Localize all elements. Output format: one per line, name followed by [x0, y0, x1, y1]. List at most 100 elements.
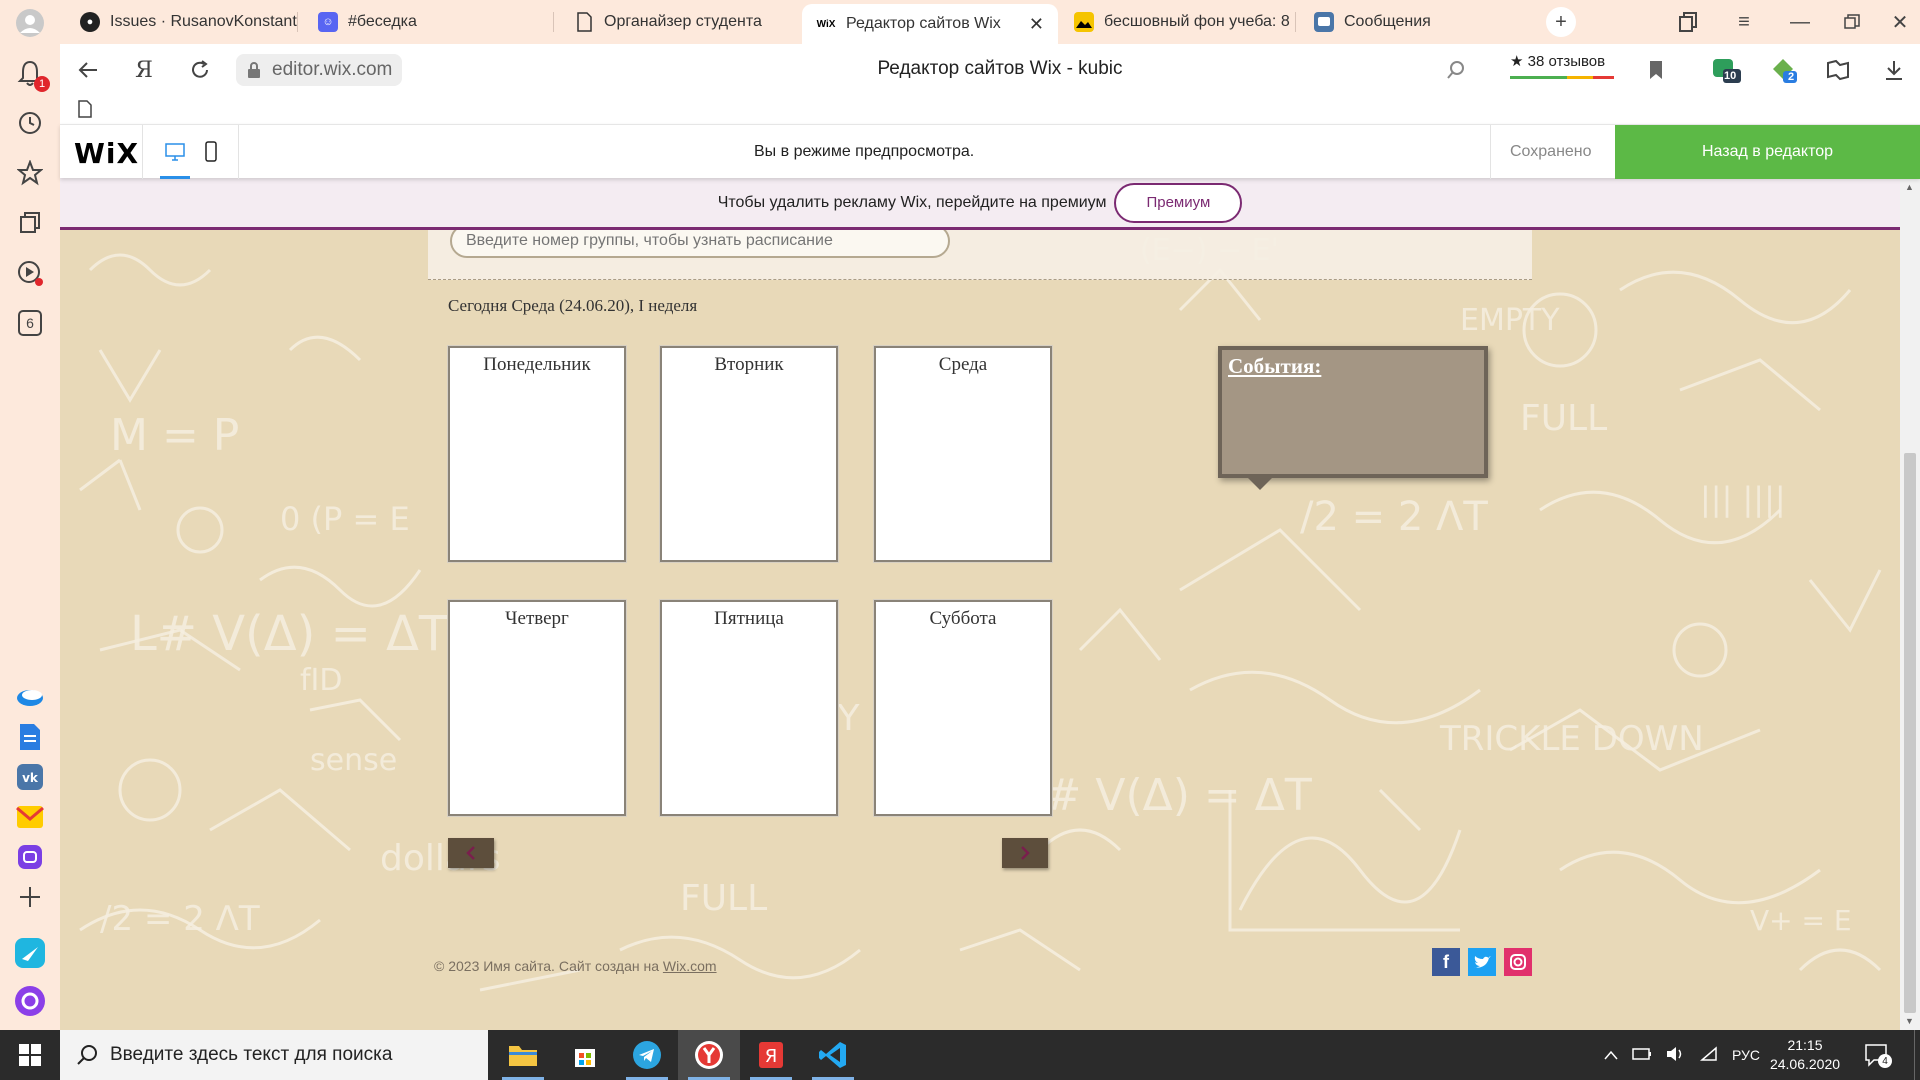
- premium-button[interactable]: Премиум: [1114, 182, 1243, 223]
- back-arrow-icon[interactable]: [72, 54, 104, 86]
- previous-week-button[interactable]: [448, 838, 494, 868]
- restore-window-icon[interactable]: [1832, 6, 1872, 38]
- wix-icon: WiX: [816, 18, 836, 30]
- events-title[interactable]: События:: [1228, 354, 1321, 379]
- tab-discord[interactable]: ☺ #беседка: [304, 6, 554, 38]
- vk-app-icon[interactable]: vk: [13, 760, 47, 794]
- docs-app-icon[interactable]: [13, 720, 47, 754]
- yandex-logo-icon[interactable]: Я: [128, 54, 160, 86]
- alice-app-icon[interactable]: [13, 936, 47, 970]
- yandex-taskbar-icon[interactable]: Я: [740, 1030, 802, 1080]
- microsoft-store-icon[interactable]: [554, 1030, 616, 1080]
- tab-background-search[interactable]: бесшовный фон учеба: 8: [1060, 6, 1296, 38]
- reviews-widget[interactable]: ★ 38 отзывов: [1510, 52, 1614, 79]
- group-number-input[interactable]: [450, 230, 950, 258]
- next-week-button[interactable]: [1002, 838, 1048, 868]
- back-to-editor-button[interactable]: Назад в редактор: [1615, 125, 1920, 179]
- wix-link[interactable]: Wix.com: [663, 958, 717, 974]
- svg-text:/2 = 2 ΛT: /2 = 2 ΛT: [1300, 494, 1488, 540]
- menu-hamburger-icon[interactable]: ≡: [1724, 6, 1764, 38]
- telegram-icon[interactable]: [616, 1030, 678, 1080]
- mobile-view-icon[interactable]: [198, 139, 224, 165]
- scroll-up-arrow-icon[interactable]: ▲: [1905, 182, 1914, 192]
- url-field[interactable]: editor.wix.com: [236, 54, 403, 86]
- tab-messages[interactable]: Сообщения: [1300, 6, 1540, 38]
- url-text: editor.wix.com: [272, 59, 393, 80]
- close-window-icon[interactable]: ✕: [1880, 6, 1920, 38]
- tab-manager-icon[interactable]: [1668, 6, 1708, 38]
- day-card-thursday: Четверг: [448, 600, 626, 816]
- search-icon: [76, 1044, 98, 1072]
- file-explorer-icon[interactable]: [492, 1030, 554, 1080]
- add-app-icon[interactable]: [13, 880, 47, 914]
- voice-assistant-icon[interactable]: [13, 984, 47, 1018]
- footer-copyright: © 2023 Имя сайта. Сайт создан на Wix.com: [434, 958, 717, 974]
- history-clock-icon[interactable]: [13, 106, 47, 140]
- volume-icon[interactable]: [1666, 1046, 1686, 1065]
- show-hidden-icons-chevron-icon[interactable]: [1604, 1047, 1618, 1063]
- language-indicator[interactable]: РУС: [1732, 1047, 1760, 1063]
- today-date-text: Сегодня Среда (24.06.20), I неделя: [448, 296, 698, 315]
- action-center-badge: 4: [1878, 1054, 1892, 1068]
- profile-avatar-icon[interactable]: [13, 6, 47, 40]
- notifications-bell-icon[interactable]: 1: [13, 56, 50, 92]
- taskbar-clock[interactable]: 21:15 24.06.2020: [1760, 1036, 1850, 1074]
- scroll-down-arrow-icon[interactable]: ▼: [1905, 1016, 1914, 1026]
- battery-icon[interactable]: [1632, 1047, 1652, 1064]
- address-bar: Я editor.wix.com Редактор сайтов Wix - k…: [60, 44, 1920, 96]
- preview-mode-message: Вы в режиме предпросмотра.: [754, 143, 975, 160]
- vscode-icon[interactable]: [802, 1030, 864, 1080]
- day-name: Пятница: [714, 608, 784, 629]
- windows-start-icon[interactable]: [0, 1030, 60, 1080]
- svg-text:M = P: M = P: [110, 410, 239, 461]
- scrollbar-thumb[interactable]: [1904, 453, 1916, 1013]
- show-desktop-strip[interactable]: [1914, 1030, 1920, 1080]
- mail-app-icon[interactable]: [13, 800, 47, 834]
- new-tab-plus-icon[interactable]: +: [1546, 7, 1576, 37]
- taskbar-search-box[interactable]: Введите здесь текст для поиска: [60, 1030, 488, 1080]
- bookmarks-star-icon[interactable]: [13, 156, 47, 190]
- tab-label: Редактор сайтов Wix: [846, 15, 1001, 32]
- action-center-icon[interactable]: 4: [1864, 1042, 1892, 1073]
- extension-badge-2: 2: [1788, 71, 1795, 83]
- download-arrow-icon[interactable]: [1878, 54, 1910, 86]
- chevron-left-icon: [466, 846, 475, 860]
- svg-text:Я: Я: [765, 1046, 778, 1067]
- twitter-icon[interactable]: [1468, 948, 1496, 976]
- instagram-icon[interactable]: [1504, 948, 1532, 976]
- day-name: Суббота: [929, 608, 997, 629]
- tabs-counter-icon[interactable]: 6: [13, 306, 47, 340]
- tab-label: Issues · RusanovKonstanti: [110, 13, 298, 30]
- extension-icon-2[interactable]: 2: [1768, 54, 1800, 86]
- tab-github-issues[interactable]: ● Issues · RusanovKonstanti: [66, 6, 298, 38]
- svg-text:sense: sense: [310, 743, 397, 778]
- ad-banner-text: Чтобы удалить рекламу Wix, перейдите на …: [717, 193, 1107, 211]
- close-tab-icon[interactable]: ✕: [1029, 14, 1044, 35]
- tab-student-organizer[interactable]: Органайзер студента: [560, 6, 800, 38]
- svg-text:/2 = 2 ΛT: /2 = 2 ΛT: [100, 899, 260, 939]
- network-icon[interactable]: [1699, 1045, 1718, 1065]
- svg-text:V+ = E: V+ = E: [1750, 904, 1852, 937]
- video-play-icon[interactable]: [13, 256, 47, 290]
- reader-mode-icon[interactable]: [1822, 54, 1854, 86]
- extension-icon-1[interactable]: 10: [1710, 54, 1742, 86]
- bookmark-ribbon-icon[interactable]: [1640, 54, 1672, 86]
- page-document-icon[interactable]: [78, 100, 92, 123]
- messenger-app-icon[interactable]: [13, 840, 47, 874]
- windows-taskbar: Введите здесь текст для поиска Я РУС 21:…: [0, 1030, 1920, 1080]
- facebook-icon[interactable]: f: [1432, 948, 1460, 976]
- vk-messages-icon: [1314, 12, 1334, 32]
- search-magnifier-icon[interactable]: [1440, 54, 1472, 86]
- collections-icon[interactable]: [13, 206, 47, 240]
- tab-wix-editor[interactable]: WiX Редактор сайтов Wix ✕: [802, 4, 1058, 44]
- page-scrollbar[interactable]: ▲ ▼: [1900, 178, 1920, 1030]
- reload-icon[interactable]: [184, 54, 216, 86]
- search-placeholder: Введите здесь текст для поиска: [110, 1044, 393, 1065]
- document-icon: [574, 12, 594, 32]
- yandex-browser-app-icon[interactable]: [13, 680, 47, 714]
- image-icon: [1074, 12, 1094, 32]
- minimize-window-icon[interactable]: —: [1780, 6, 1820, 38]
- system-tray: РУС: [1604, 1030, 1760, 1080]
- desktop-view-icon[interactable]: [160, 139, 190, 179]
- yandex-browser-taskbar-icon[interactable]: [678, 1030, 740, 1080]
